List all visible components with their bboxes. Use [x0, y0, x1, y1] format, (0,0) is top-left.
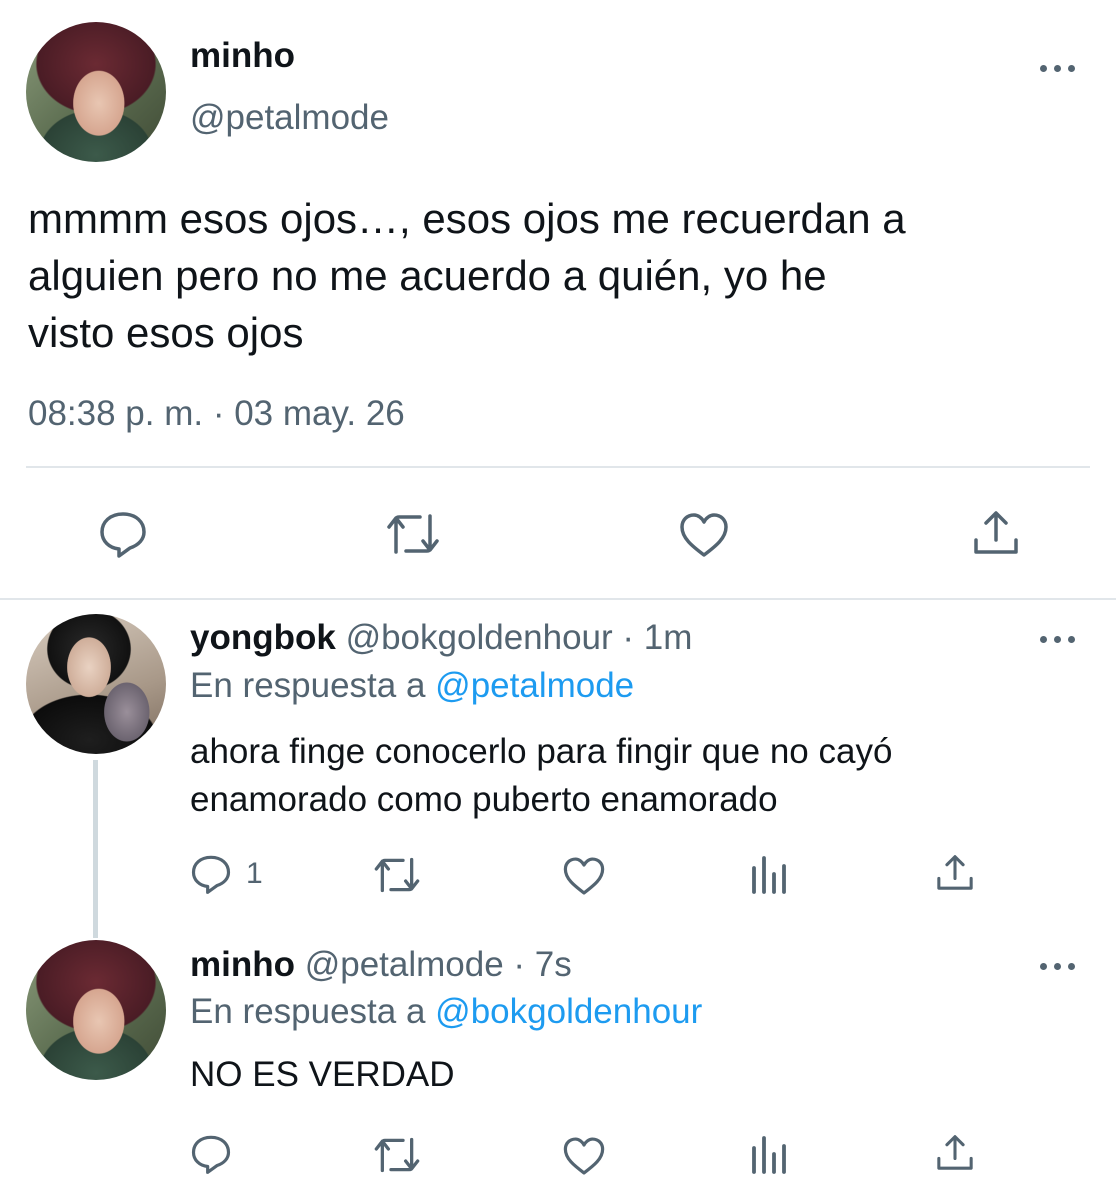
reply-text-line: enamorado como puberto enamorado — [190, 780, 778, 819]
avatar-yongbok[interactable] — [26, 614, 166, 754]
divider — [0, 598, 1116, 600]
reply-icon[interactable] — [98, 510, 148, 558]
avatar-minho[interactable] — [26, 940, 166, 1080]
author-name[interactable]: yongbok — [190, 618, 336, 657]
avatar-minho[interactable] — [26, 22, 166, 162]
share-icon[interactable] — [970, 508, 1022, 556]
retweet-icon[interactable] — [384, 512, 442, 556]
author-name[interactable]: minho — [190, 36, 295, 76]
author-handle[interactable]: @petalmode — [190, 98, 389, 138]
more-icon[interactable] — [1040, 961, 1076, 971]
tweet-text-line: alguien pero no me acuerdo a quién, yo h… — [28, 252, 827, 299]
reply-header: yongbok @bokgoldenhour · 1m — [190, 618, 692, 658]
tweet-timestamp[interactable]: 08:38 p. m. · 03 may. 26 — [28, 394, 405, 434]
tweet-text: mmmm esos ojos…, esos ojos me recuerdan … — [28, 190, 1098, 361]
like-icon[interactable] — [678, 512, 730, 558]
author-name[interactable]: minho — [190, 945, 295, 984]
like-icon[interactable] — [562, 856, 606, 896]
reply-text: NO ES VERDAD — [190, 1055, 455, 1094]
analytics-icon[interactable] — [750, 854, 788, 894]
reply-icon[interactable] — [190, 854, 232, 894]
reply-header: minho @petalmode · 7s — [190, 945, 572, 985]
share-icon[interactable] — [934, 1132, 976, 1172]
like-icon[interactable] — [562, 1136, 606, 1176]
replying-to-label: En respuesta a — [190, 992, 426, 1031]
tweet-text-line: mmmm esos ojos…, esos ojos me recuerdan … — [28, 195, 906, 242]
retweet-icon[interactable] — [372, 856, 422, 894]
share-icon[interactable] — [934, 852, 976, 892]
reply-text-line: ahora finge conocerlo para fingir que no… — [190, 732, 893, 771]
more-icon[interactable] — [1040, 634, 1076, 644]
thread-line — [93, 760, 98, 938]
reply-text: ahora finge conocerlo para fingir que no… — [190, 728, 1090, 824]
analytics-icon[interactable] — [750, 1134, 788, 1174]
author-handle-time[interactable]: @petalmode · 7s — [305, 945, 572, 984]
reply-count: 1 — [246, 857, 263, 890]
retweet-icon[interactable] — [372, 1136, 422, 1174]
replying-to: En respuesta a @bokgoldenhour — [190, 992, 702, 1032]
author-handle-time[interactable]: @bokgoldenhour · 1m — [346, 618, 693, 657]
replying-to-label: En respuesta a — [190, 666, 426, 705]
replying-to: En respuesta a @petalmode — [190, 666, 634, 706]
divider — [26, 466, 1090, 468]
tweet-text-line: visto esos ojos — [28, 309, 304, 356]
more-icon[interactable] — [1040, 63, 1076, 73]
replying-to-link[interactable]: @petalmode — [435, 666, 634, 705]
replying-to-link[interactable]: @bokgoldenhour — [435, 992, 702, 1031]
reply-icon[interactable] — [190, 1134, 232, 1174]
